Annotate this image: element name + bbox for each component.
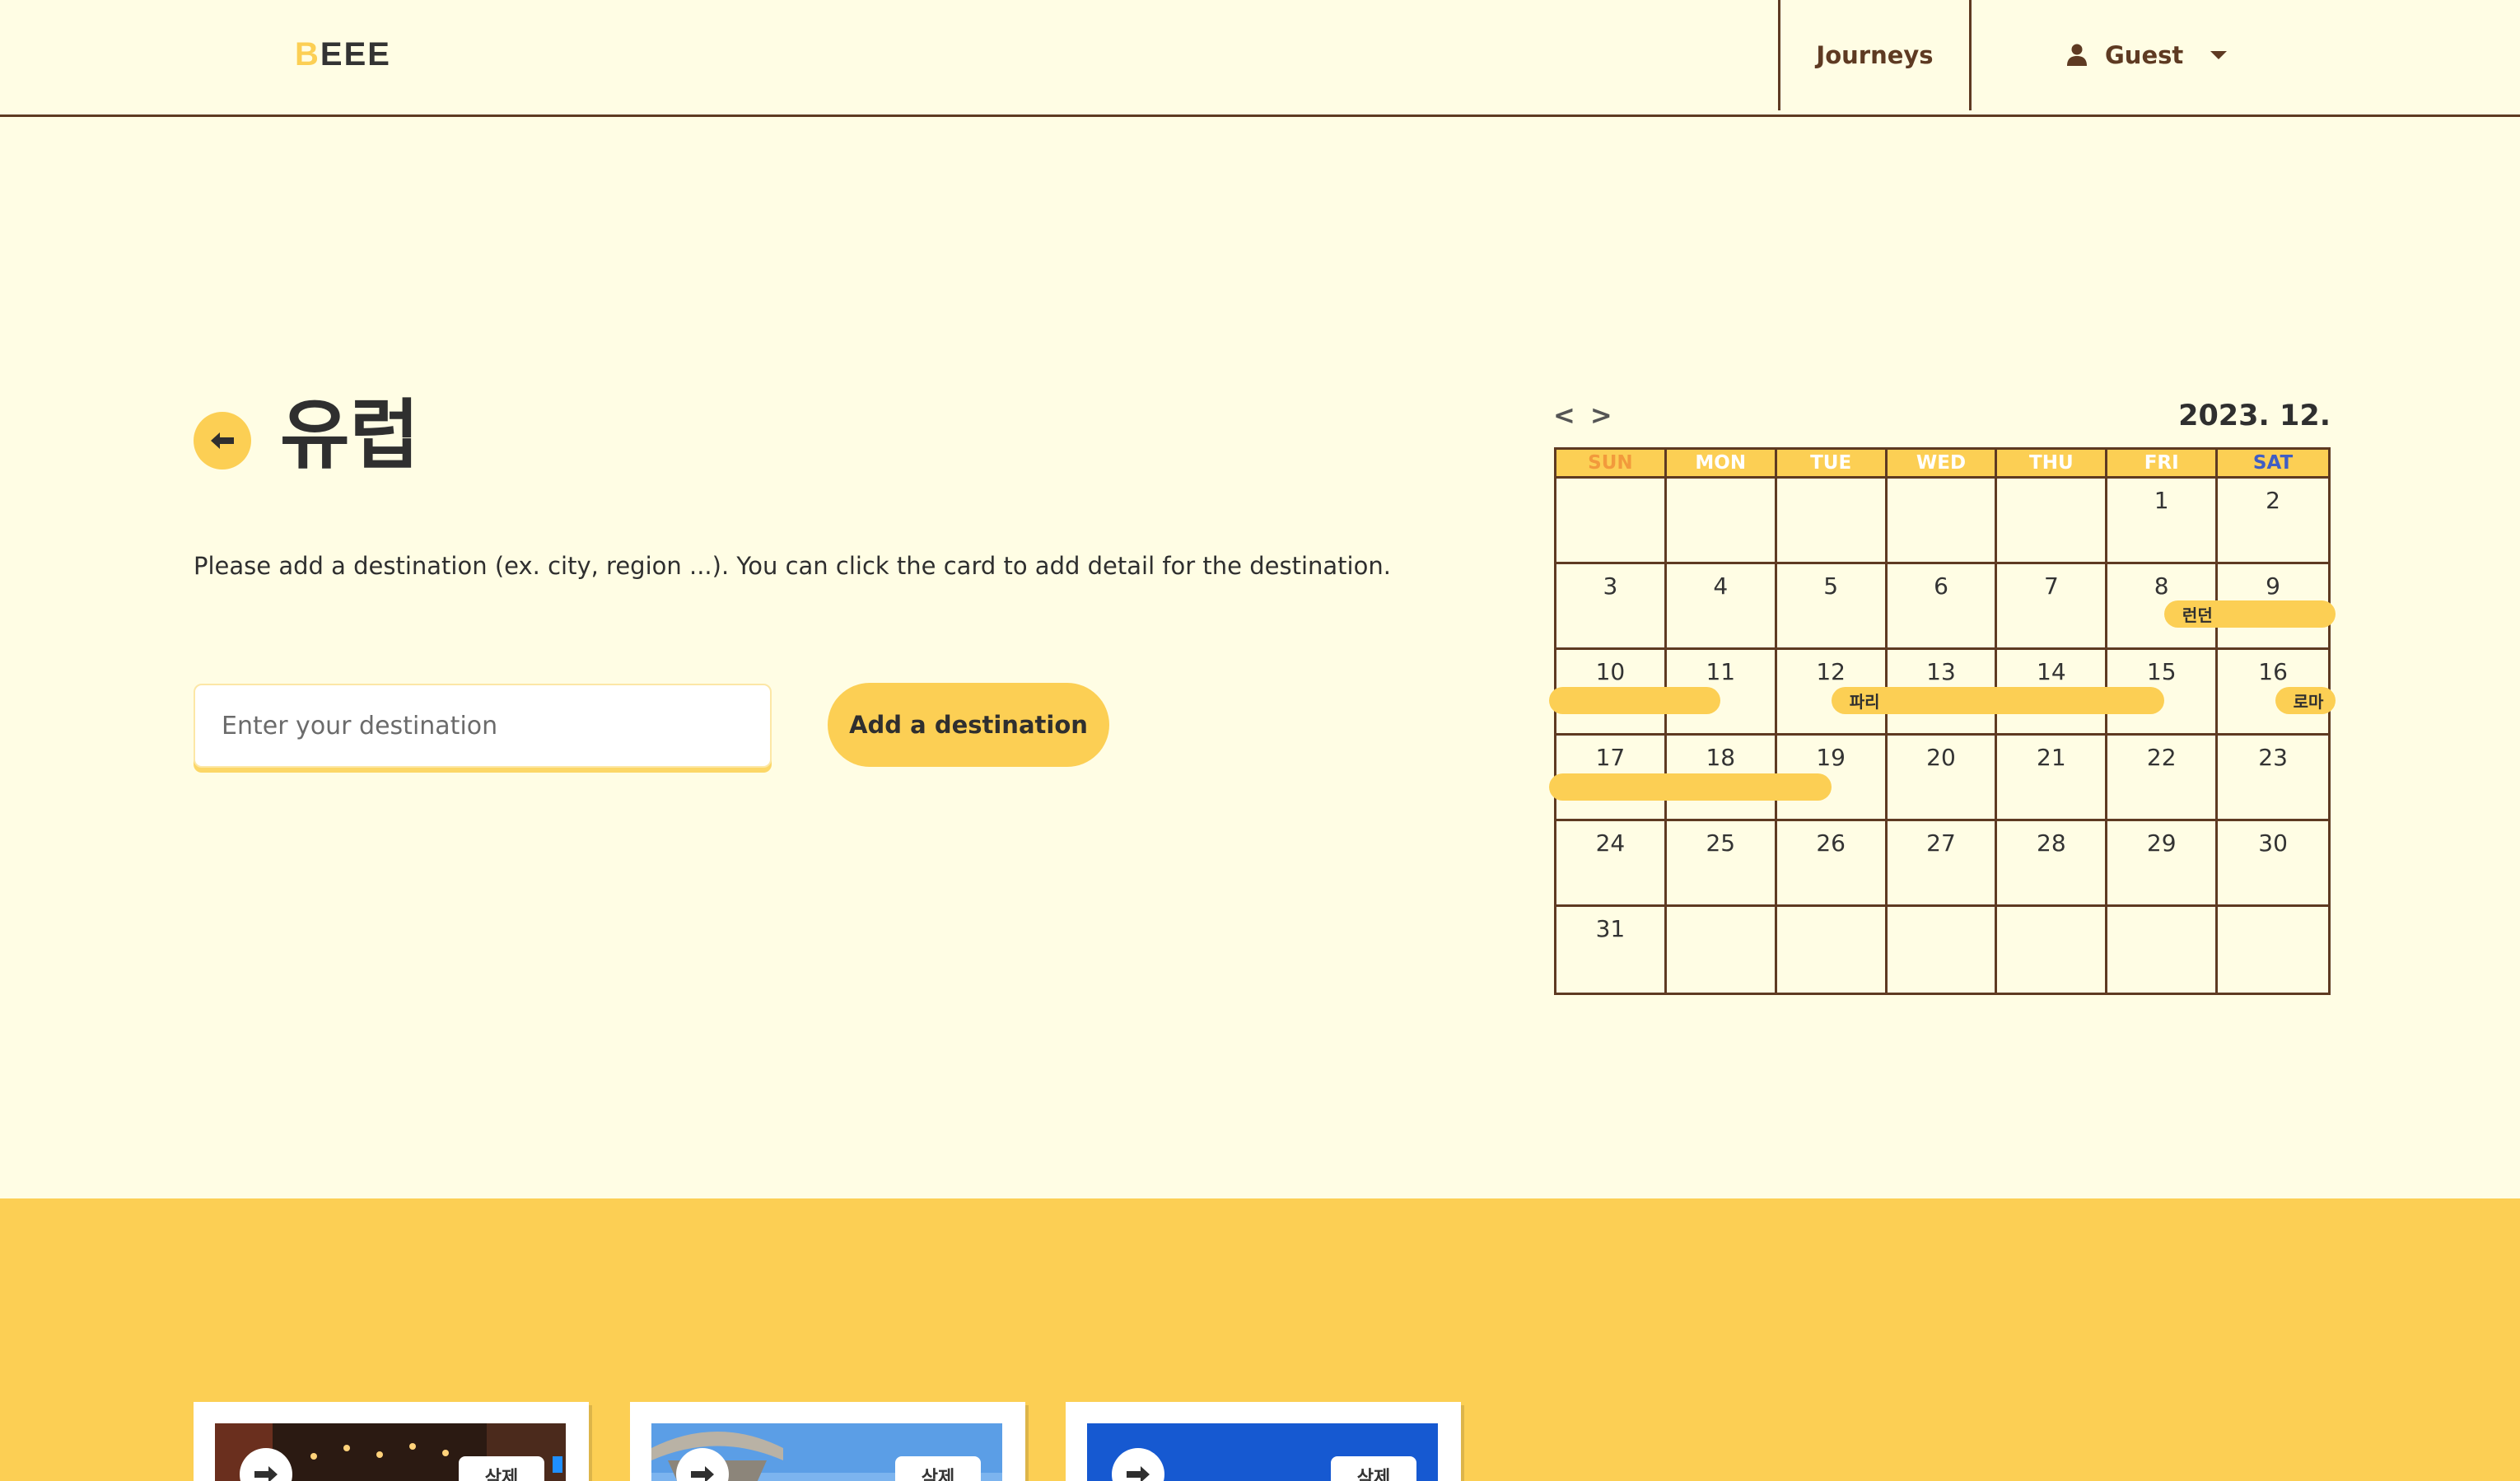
calendar-day-cell[interactable]: 28 xyxy=(1997,821,2108,907)
calendar-day-number: 22 xyxy=(2146,744,2177,771)
calendar-day-number: 20 xyxy=(1926,744,1956,771)
calendar-day-cell[interactable]: 29 xyxy=(2107,821,2219,907)
calendar-day-number: 31 xyxy=(1595,915,1626,942)
nav-journeys-link[interactable]: Journeys xyxy=(1778,0,1972,110)
destination-card[interactable]: 삭제 xyxy=(194,1402,589,1481)
calendar-event-bar[interactable]: 파리 xyxy=(1831,687,2164,714)
weekday-label: THU xyxy=(1997,450,2108,476)
calendar-day-cell[interactable] xyxy=(1997,907,2108,993)
calendar-event-bar[interactable]: 런던 xyxy=(2163,600,2336,628)
arrow-right-icon xyxy=(691,1466,714,1481)
weekday-label: FRI xyxy=(2107,450,2219,476)
calendar-day-cell[interactable]: 7 xyxy=(1997,564,2108,650)
destination-photo: 삭제 xyxy=(215,1423,566,1481)
guest-menu[interactable]: Guest xyxy=(2067,0,2228,110)
user-icon xyxy=(2067,44,2087,66)
logo-rest: EEE xyxy=(320,36,391,72)
calendar-day-cell[interactable]: 2 xyxy=(2218,479,2328,564)
calendar-day-cell[interactable]: 6 xyxy=(1887,564,1998,650)
weekday-label: WED xyxy=(1888,450,1998,476)
calendar-day-cell[interactable]: 31 xyxy=(1556,907,1667,993)
calendar-day-cell[interactable] xyxy=(1666,479,1777,564)
delete-button[interactable]: 삭제 xyxy=(1331,1456,1416,1481)
calendar-event-label: 파리 xyxy=(1849,692,1880,712)
calendar-day-cell[interactable] xyxy=(1667,907,1777,993)
destination-card[interactable]: 삭제 xyxy=(630,1402,1025,1481)
caret-down-icon xyxy=(2210,51,2228,59)
calendar-day-cell[interactable]: 20 xyxy=(1887,736,1998,821)
calendar-event-bar[interactable] xyxy=(1549,687,1721,714)
logo[interactable]: BEEE xyxy=(295,36,391,73)
calendar-day-number: 2 xyxy=(2266,487,2280,514)
calendar-day-number: 28 xyxy=(2037,829,2066,857)
weekday-label: SAT xyxy=(2252,452,2294,474)
calendar-event-bar[interactable] xyxy=(1549,773,1832,801)
calendar-day-cell[interactable] xyxy=(1888,907,1998,993)
calendar-day-number: 4 xyxy=(1713,572,1729,600)
calendar-day-number: 1 xyxy=(2154,487,2169,514)
calendar-day-cell[interactable] xyxy=(1997,479,2108,564)
destination-input[interactable] xyxy=(194,684,772,768)
calendar-day-number: 30 xyxy=(2258,829,2288,857)
logo-first-letter: B xyxy=(295,36,320,72)
calendar-event-label: 런던 xyxy=(2182,605,2213,625)
arrow-right-icon xyxy=(1127,1466,1150,1481)
guest-label: Guest xyxy=(2105,41,2184,69)
page-title: 유럽 xyxy=(280,391,420,479)
calendar-day-cell[interactable] xyxy=(1777,907,1888,993)
calendar-day-number: 27 xyxy=(1926,829,1956,857)
calendar-day-number: 29 xyxy=(2146,829,2177,857)
calendar-day-number: 7 xyxy=(2043,572,2059,600)
calendar-day-cell[interactable] xyxy=(1776,479,1888,564)
calendar-weekday-header: SUN MON TUE WED THU FRI SAT xyxy=(1554,447,2331,476)
calendar-day-cell[interactable]: 21 xyxy=(1997,736,2108,821)
weekday-label: MON xyxy=(1667,450,1777,476)
delete-button[interactable]: 삭제 xyxy=(895,1456,981,1481)
calendar-day-cell[interactable]: 4 xyxy=(1666,564,1777,650)
calendar-day-cell[interactable]: 5 xyxy=(1776,564,1888,650)
calendar-day-cell[interactable]: 26 xyxy=(1776,821,1888,907)
arrow-left-icon xyxy=(211,432,234,449)
top-nav: BEEE Journeys Guest xyxy=(0,0,2520,117)
instruction-text: Please add a destination (ex. city, regi… xyxy=(194,552,1391,580)
calendar-day-number: 6 xyxy=(1934,572,1948,600)
calendar-day-cell[interactable]: 22 xyxy=(2107,736,2219,821)
calendar-day-number: 25 xyxy=(1706,829,1736,857)
calendar-event-bar[interactable]: 로마 xyxy=(2275,687,2336,714)
calendar-grid: 1 2 3 4 5 6 7 8 9 10 11 12 13 14 15 16 17 18 19 20 21 22 23 24 2… xyxy=(1554,476,2331,995)
calendar-event-label: 로마 xyxy=(2293,692,2324,712)
calendar-day-number: 23 xyxy=(2258,744,2288,771)
calendar-day-number: 24 xyxy=(1595,829,1626,857)
calendar-day-cell[interactable] xyxy=(1556,479,1667,564)
destination-photo: 삭제 xyxy=(651,1423,1002,1481)
calendar-nav: < > xyxy=(1553,399,1612,431)
destination-photo: 삭제 xyxy=(1087,1423,1438,1481)
nav-journeys-label: Journeys xyxy=(1816,41,1934,69)
destination-card[interactable]: 삭제 xyxy=(1066,1402,1461,1481)
calendar-day-cell[interactable] xyxy=(2218,907,2328,993)
calendar-day-cell[interactable]: 25 xyxy=(1666,821,1777,907)
calendar-day-number: 21 xyxy=(2037,744,2066,771)
calendar-day-cell[interactable]: 27 xyxy=(1887,821,1998,907)
calendar-day-number: 5 xyxy=(1823,572,1839,600)
calendar-day-cell[interactable]: 23 xyxy=(2218,736,2328,821)
calendar-day-cell[interactable]: 1 xyxy=(2107,479,2219,564)
back-button[interactable] xyxy=(194,412,251,470)
calendar-day-cell[interactable]: 24 xyxy=(1556,821,1667,907)
calendar-next-button[interactable]: > xyxy=(1590,399,1612,431)
calendar-day-number: 3 xyxy=(1603,572,1618,600)
calendar-prev-button[interactable]: < xyxy=(1553,399,1575,431)
add-destination-button[interactable]: Add a destination xyxy=(828,683,1109,767)
weekday-label: SUN xyxy=(1556,450,1667,476)
calendar-day-cell[interactable]: 3 xyxy=(1556,564,1667,650)
calendar-day-cell[interactable] xyxy=(1887,479,1998,564)
calendar-day-cell[interactable] xyxy=(2107,907,2219,993)
calendar-day-cell[interactable]: 30 xyxy=(2218,821,2328,907)
delete-button[interactable]: 삭제 xyxy=(459,1456,544,1481)
weekday-label: TUE xyxy=(1777,450,1888,476)
calendar-day-number: 26 xyxy=(1816,829,1846,857)
calendar-month-label: 2023. 12. xyxy=(2178,399,2331,432)
arrow-right-icon xyxy=(254,1466,278,1481)
